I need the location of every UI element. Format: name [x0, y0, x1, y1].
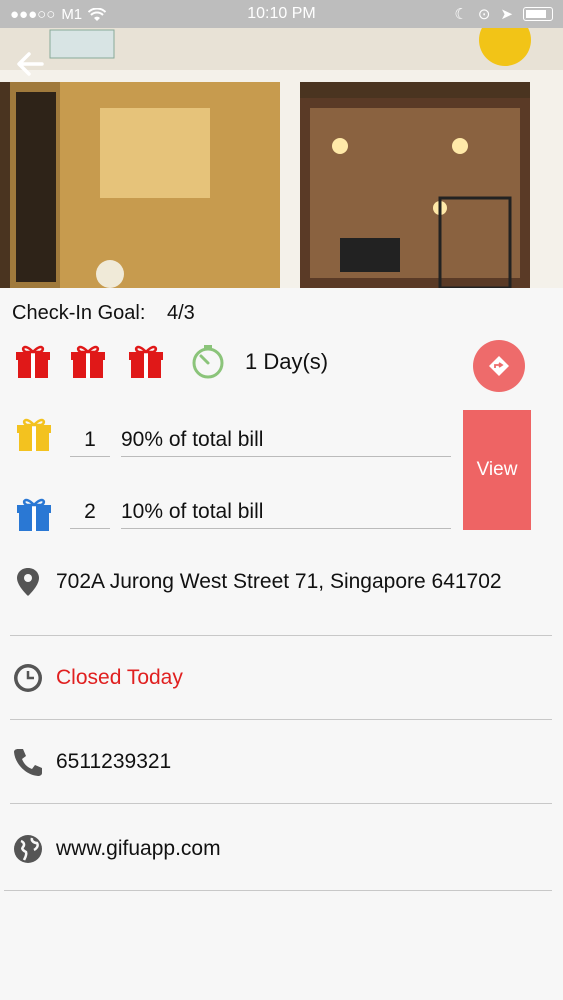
timer-icon — [192, 345, 224, 379]
divider — [10, 803, 552, 804]
back-arrow-icon[interactable] — [12, 46, 48, 82]
view-button[interactable]: View — [463, 410, 531, 530]
gift-icon-blue — [17, 498, 51, 531]
checkin-goal: Check-In Goal: 4/3 — [12, 302, 195, 325]
divider — [4, 890, 552, 891]
phone-icon — [14, 749, 42, 776]
gift-icon-yellow — [17, 418, 51, 451]
checkin-goal-label: Check-In Goal: — [12, 302, 146, 324]
status-right: ☾ ⊙ ➤ — [454, 5, 553, 23]
status-bar: ●●●○○ M1 10:10 PM ☾ ⊙ ➤ — [0, 0, 563, 28]
rotation-lock-icon: ⊙ — [477, 6, 491, 23]
battery-icon — [523, 7, 553, 21]
storefront-image — [0, 28, 563, 288]
checkin-duration: 1 Day(s) — [245, 349, 329, 374]
phone-number[interactable]: 6511239321 — [56, 750, 171, 774]
gift-icon — [129, 345, 163, 378]
location-arrow-icon: ➤ — [500, 6, 513, 23]
website-row[interactable]: www.gifuapp.com — [12, 833, 552, 869]
directions-icon — [489, 356, 509, 376]
divider — [10, 719, 552, 720]
reward-description: 10% of total bill — [121, 500, 451, 529]
website-link[interactable]: www.gifuapp.com — [56, 837, 221, 861]
directions-button[interactable] — [473, 340, 525, 392]
checkin-goal-value: 4/3 — [166, 302, 195, 324]
divider — [10, 635, 552, 636]
hours-status: Closed Today — [56, 666, 183, 689]
globe-icon — [14, 835, 42, 863]
moon-icon: ☾ — [454, 6, 468, 23]
hours-row: Closed Today — [12, 662, 552, 698]
reward-number: 2 — [70, 500, 110, 529]
gift-icon — [16, 345, 50, 378]
gift-icon — [71, 345, 105, 378]
reward-number: 1 — [70, 428, 110, 457]
phone-row[interactable]: 6511239321 — [12, 746, 552, 782]
reward-description: 90% of total bill — [121, 428, 451, 457]
address-row[interactable]: 702A Jurong West Street 71, Singapore 64… — [12, 566, 552, 602]
address-text: 702A Jurong West Street 71, Singapore 64… — [56, 570, 502, 593]
location-pin-icon — [17, 568, 39, 596]
clock-icon — [14, 664, 42, 692]
store-photo — [0, 28, 563, 288]
